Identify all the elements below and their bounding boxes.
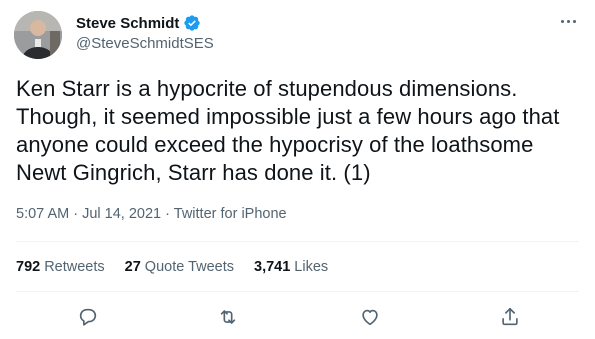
- divider: [16, 291, 579, 292]
- likes-stat[interactable]: 3,741 Likes: [254, 259, 328, 275]
- quote-tweets-label: Quote Tweets: [144, 259, 234, 275]
- retweets-count: 792: [16, 259, 41, 275]
- tweet-text: Ken Starr is a hypocrite of stupendous d…: [16, 76, 560, 185]
- tweet-card: Steve Schmidt @SteveSchmidtSES Ken Starr…: [0, 0, 595, 339]
- meta-separator: ·: [165, 206, 170, 222]
- tweet-date[interactable]: Jul 14, 2021: [82, 206, 161, 222]
- likes-label: Likes: [294, 259, 329, 275]
- avatar[interactable]: [14, 11, 62, 59]
- quote-tweets-stat[interactable]: 27 Quote Tweets: [125, 259, 234, 275]
- tweet-meta: 5:07 AM · Jul 14, 2021 · Twitter for iPh…: [16, 206, 287, 222]
- name-row: Steve Schmidt: [76, 13, 214, 33]
- retweets-label: Retweets: [44, 259, 105, 275]
- tweet-source[interactable]: Twitter for iPhone: [174, 206, 287, 222]
- likes-count: 3,741: [254, 259, 291, 275]
- display-name[interactable]: Steve Schmidt: [76, 15, 179, 32]
- quote-tweets-count: 27: [124, 259, 141, 275]
- tweet-time[interactable]: 5:07 AM: [16, 206, 69, 222]
- retweet-icon[interactable]: [213, 302, 243, 332]
- action-bar: [0, 302, 595, 332]
- meta-separator: ·: [73, 206, 79, 222]
- more-options-icon[interactable]: [557, 12, 579, 30]
- reply-icon[interactable]: [73, 302, 103, 332]
- handle[interactable]: @SteveSchmidtSES: [76, 35, 214, 52]
- divider: [16, 241, 579, 242]
- tweet-stats: 792 Retweets 27 Quote Tweets 3,741 Likes: [16, 259, 348, 275]
- verified-badge-icon: [183, 14, 201, 32]
- heart-icon[interactable]: [355, 302, 385, 332]
- author-info: Steve Schmidt @SteveSchmidtSES: [76, 13, 214, 53]
- retweets-stat[interactable]: 792 Retweets: [16, 259, 105, 275]
- share-icon[interactable]: [495, 302, 525, 332]
